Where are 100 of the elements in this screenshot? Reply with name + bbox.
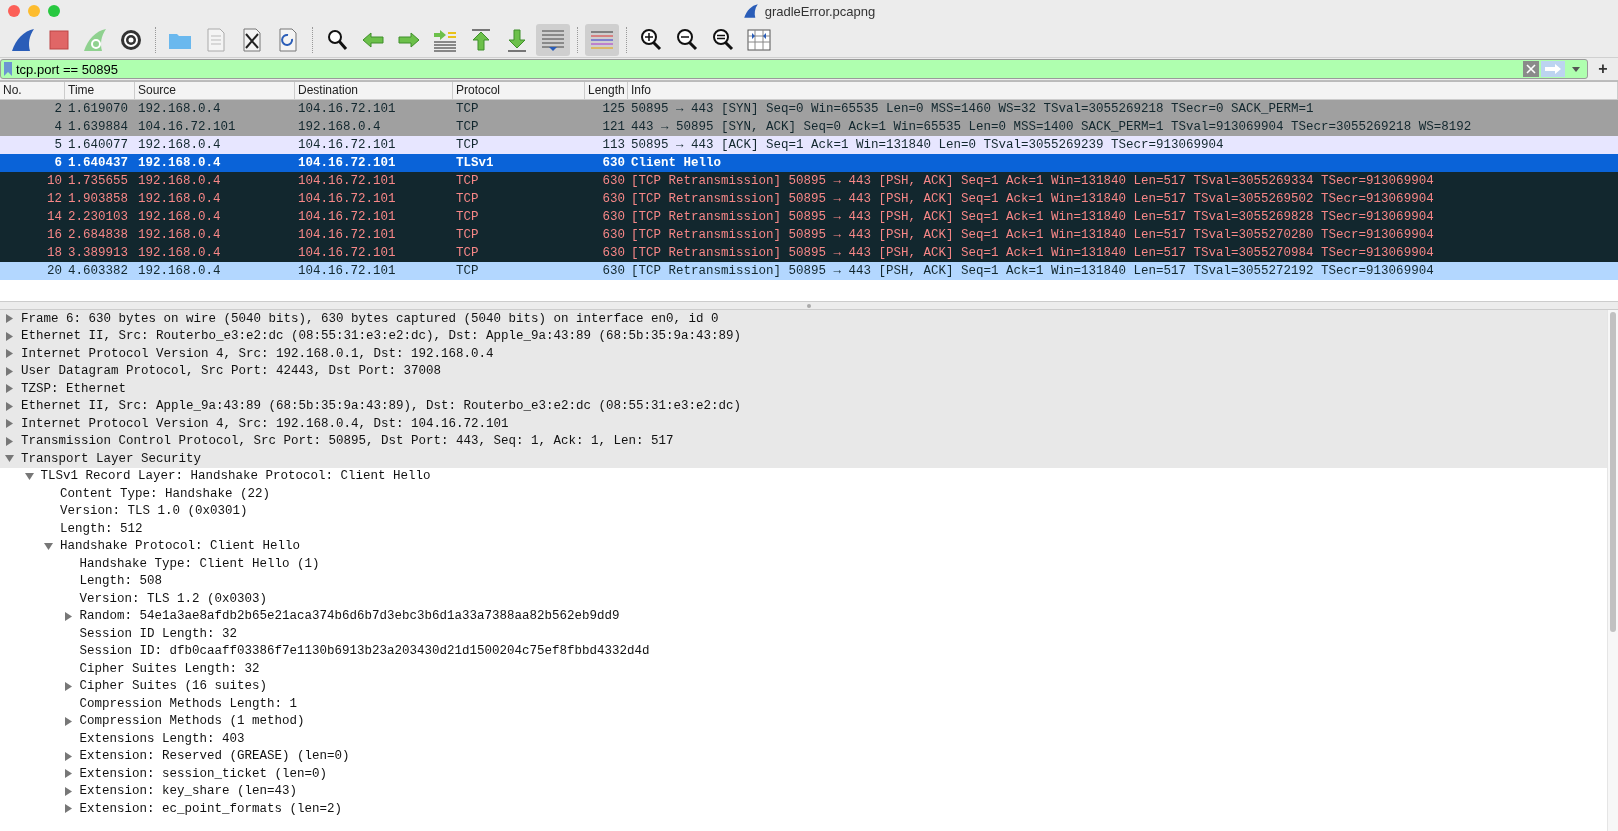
close-button[interactable] bbox=[8, 5, 20, 17]
table-cell-text: 443 → 50895 [SYN, ACK] Seq=0 Ack=1 Win=65535 Len=0 MSS=1400 SACK_PERM=1 TSval=913069904 TSecr=3055269218 WS=8192 bbox=[630, 119, 1473, 136]
table-cell-text: 104.16.72.101 bbox=[297, 263, 397, 280]
collapse-arrow-icon[interactable] bbox=[44, 541, 53, 551]
table-cell-text: 630 bbox=[601, 227, 626, 244]
table-cell-text: 192.168.0.4 bbox=[297, 119, 382, 136]
tree-row[interactable]: Internet Protocol Version 4, Src: 192.168.0.4, Dst: 104.16.72.101 bbox=[0, 415, 1608, 433]
packet-row[interactable]: 6 1.640437 192.168.0.4 104.16.72.101 TLSv1 630 Client Hello bbox=[0, 154, 1618, 172]
zoom-button[interactable] bbox=[48, 5, 60, 17]
table-cell-text: 192.168.0.4 bbox=[137, 245, 222, 262]
column-header[interactable]: Length bbox=[585, 82, 628, 99]
packet-row[interactable]: 2 1.619070 192.168.0.4 104.16.72.101 TCP 125 50895 → 443 [SYN] Seq=0 Win=65535 Len=0 MSS=1460 WS=32 TSval=3055269218 TSecr=0 SACK_PERM=1 bbox=[0, 100, 1618, 118]
packet-row[interactable]: 4 1.639884 104.16.72.101 192.168.0.4 TCP 121 443 → 50895 [SYN, ACK] Seq=0 Ack=1 Win=65535 Len=0 MSS=1400 SACK_PERM=1 TSval=913069904 TSecr=3055269218 WS=8192 bbox=[0, 118, 1618, 136]
tree-row[interactable]: Transport Layer Security bbox=[0, 450, 1608, 468]
resize-columns-icon bbox=[746, 26, 772, 53]
scrollbar[interactable] bbox=[1607, 310, 1618, 831]
table-cell-text: 192.168.0.4 bbox=[137, 101, 222, 118]
table-cell-text: 1.735655 bbox=[67, 173, 129, 190]
table-cell-text: 12 bbox=[46, 191, 63, 208]
table-cell-text: 121 bbox=[601, 119, 626, 136]
tree-row-text: Extensions Length: 403 bbox=[79, 731, 245, 746]
table-cell-text: 630 bbox=[601, 155, 626, 172]
filter-input[interactable]: tcp.port == 50895 bbox=[12, 61, 1523, 77]
add-filter-button[interactable]: + bbox=[1588, 60, 1618, 78]
table-cell-text: 630 bbox=[601, 191, 626, 208]
tree-row-text: Internet Protocol Version 4, Src: 192.168.0.1, Dst: 192.168.0.4 bbox=[21, 346, 494, 361]
zoom-in-icon bbox=[638, 26, 664, 53]
table-cell-text: TCP bbox=[455, 137, 480, 154]
table-cell-text: 192.168.0.4 bbox=[137, 137, 222, 154]
table-cell-text: 1.640437 bbox=[67, 155, 129, 172]
column-header[interactable]: Protocol bbox=[453, 82, 585, 99]
tree-row-text: User Datagram Protocol, Src Port: 42443, Dst Port: 37008 bbox=[21, 364, 442, 379]
table-cell-text: 104.16.72.101 bbox=[297, 245, 397, 262]
column-header[interactable]: Destination bbox=[295, 82, 453, 99]
tree-row-text: Handshake Type: Client Hello (1) bbox=[79, 556, 320, 571]
table-cell-text: 4 bbox=[53, 119, 63, 136]
table-cell-text: [TCP Retransmission] 50895 → 443 [PSH, ACK] Seq=1 Ack=1 Win=131840 Len=517 TSval=3055272192 TSecr=913069904 bbox=[630, 263, 1435, 280]
table-cell-text: 192.168.0.4 bbox=[137, 209, 222, 226]
tree-row[interactable]: Frame 6: 630 bytes on wire (5040 bits), 630 bytes captured (5040 bits) on interface en0, id 0 bbox=[0, 310, 1608, 328]
packet-row[interactable]: 20 4.603382 192.168.0.4 104.16.72.101 TCP 630 [TCP Retransmission] 50895 → 443 [PSH, ACK] Seq=1 Ack=1 Win=131840 Len=517 TSval=3055272192 TSecr=913069904 bbox=[0, 262, 1618, 280]
table-cell-text: 113 bbox=[601, 137, 626, 154]
scrollbar-thumb[interactable] bbox=[1610, 312, 1616, 632]
column-header[interactable]: Info bbox=[628, 82, 1618, 99]
table-cell-text: 192.168.0.4 bbox=[137, 227, 222, 244]
table-cell-text: TCP bbox=[455, 191, 480, 208]
tree-row-text: Version: TLS 1.2 (0x0303) bbox=[79, 591, 268, 606]
table-cell-text: 104.16.72.101 bbox=[297, 137, 397, 154]
table-cell-text: 1.640077 bbox=[67, 137, 129, 154]
table-cell-text: TCP bbox=[455, 263, 480, 280]
tree-row-text: Extension: key_share (len=43) bbox=[79, 784, 298, 799]
shark-fin-icon bbox=[10, 26, 36, 53]
table-cell-text: TCP bbox=[455, 173, 480, 190]
packet-row[interactable]: 18 3.389913 192.168.0.4 104.16.72.101 TCP 630 [TCP Retransmission] 50895 → 443 [PSH, ACK] Seq=1 Ack=1 Win=131840 Len=517 TSval=3055270984 TSecr=913069904 bbox=[0, 244, 1618, 262]
table-cell-text: 2.230103 bbox=[67, 209, 129, 226]
tree-row[interactable]: TZSP: Ethernet bbox=[0, 380, 1608, 398]
display-filter-field[interactable]: tcp.port == 50895 bbox=[0, 59, 1588, 79]
tree-row[interactable]: Internet Protocol Version 4, Src: 192.168.0.1, Dst: 192.168.0.4 bbox=[0, 345, 1608, 363]
table-cell-text: TCP bbox=[455, 101, 480, 118]
tree-row-text: Content Type: Handshake (22) bbox=[60, 486, 271, 501]
table-cell-text: 192.168.0.4 bbox=[137, 263, 222, 280]
packet-row[interactable]: 5 1.640077 192.168.0.4 104.16.72.101 TCP 113 50895 → 443 [ACK] Seq=1 Ack=1 Win=131840 Len=0 TSval=3055269239 TSecr=913069904 bbox=[0, 136, 1618, 154]
tree-row-text: Ethernet II, Src: Routerbo_e3:e2:dc (08:55:31:e3:e2:dc), Dst: Apple_9a:43:89 (68:5b:35:9a:43:89) bbox=[21, 329, 742, 344]
tree-row-text: Handshake Protocol: Client Hello bbox=[60, 539, 301, 554]
zoom-reset-icon bbox=[710, 26, 736, 53]
tree-row-text: Transport Layer Security bbox=[21, 451, 202, 466]
table-cell-text: [TCP Retransmission] 50895 → 443 [PSH, ACK] Seq=1 Ack=1 Win=131840 Len=517 TSval=3055270984 TSecr=913069904 bbox=[630, 245, 1435, 262]
packet-row[interactable]: 14 2.230103 192.168.0.4 104.16.72.101 TCP 630 [TCP Retransmission] 50895 → 443 [PSH, ACK] Seq=1 Ack=1 Win=131840 Len=517 TSval=3055269828 TSecr=913069904 bbox=[0, 208, 1618, 226]
column-header[interactable]: No. bbox=[0, 82, 65, 99]
clear-filter-button[interactable] bbox=[1523, 61, 1539, 77]
expand-arrow-icon[interactable] bbox=[63, 611, 73, 621]
table-cell-text: 1.619070 bbox=[67, 101, 129, 118]
expand-arrow-icon[interactable] bbox=[63, 716, 73, 726]
table-cell-text: 104.16.72.101 bbox=[297, 191, 397, 208]
table-cell-text: 50895 → 443 [SYN] Seq=0 Win=65535 Len=0 MSS=1460 WS=32 TSval=3055269218 TSecr=0 SACK_PERM=1 bbox=[630, 101, 1315, 118]
bookmark-icon[interactable] bbox=[4, 62, 12, 76]
dropdown-caret-icon bbox=[1572, 66, 1580, 72]
column-header[interactable]: Source bbox=[135, 82, 295, 99]
table-cell-text: 5 bbox=[53, 137, 63, 154]
table-cell-text: 4.603382 bbox=[67, 263, 129, 280]
tree-row-text: Random: 54e1a3ae8afdb2b65e21aca374b6d6b7d3ebc3b6d1a33a7388aa82b562eb9dd9 bbox=[79, 609, 620, 624]
tree-row-text: Length: 508 bbox=[79, 574, 162, 589]
table-cell-text: 50895 → 443 [ACK] Seq=1 Ack=1 Win=131840 Len=0 TSval=3055269239 TSecr=913069904 bbox=[630, 137, 1225, 154]
table-cell-text: 1.903858 bbox=[67, 191, 129, 208]
tree-row-text: Session ID: dfb0caaff03386f7e1130b6913b23a203430d21d1500204c75ef8fbbd4332d4d bbox=[79, 644, 650, 659]
packet-row[interactable]: 10 1.735655 192.168.0.4 104.16.72.101 TCP 630 [TCP Retransmission] 50895 → 443 [PSH, ACK] Seq=1 Ack=1 Win=131840 Len=517 TSval=3055269334 TSecr=913069904 bbox=[0, 172, 1618, 190]
tree-row-text: Version: TLS 1.0 (0x0301) bbox=[60, 504, 248, 519]
tree-row-text: Frame 6: 630 bytes on wire (5040 bits), 630 bytes captured (5040 bits) on interface en0, id 0 bbox=[21, 311, 719, 326]
table-cell-text: 10 bbox=[46, 173, 63, 190]
tree-row-text: Extension: Reserved (GREASE) (len=0) bbox=[79, 749, 350, 764]
table-cell-text: [TCP Retransmission] 50895 → 443 [PSH, ACK] Seq=1 Ack=1 Win=131840 Len=517 TSval=3055269828 TSecr=913069904 bbox=[630, 209, 1435, 226]
tree-row-text: Compression Methods (1 method) bbox=[79, 714, 305, 729]
packet-row[interactable]: 16 2.684838 192.168.0.4 104.16.72.101 TCP 630 [TCP Retransmission] 50895 → 443 [PSH, ACK] Seq=1 Ack=1 Win=131840 Len=517 TSval=3055270280 TSecr=913069904 bbox=[0, 226, 1618, 244]
expand-arrow-icon[interactable] bbox=[63, 681, 73, 691]
table-cell-text: 104.16.72.101 bbox=[297, 209, 397, 226]
table-cell-text: TCP bbox=[455, 119, 480, 136]
table-cell-text: 3.389913 bbox=[67, 245, 129, 262]
column-header[interactable]: Time bbox=[65, 82, 135, 99]
tree-row-text: TZSP: Ethernet bbox=[21, 381, 127, 396]
packet-row[interactable]: 12 1.903858 192.168.0.4 104.16.72.101 TCP 630 [TCP Retransmission] 50895 → 443 [PSH, ACK] Seq=1 Ack=1 Win=131840 Len=517 TSval=3055269502 TSecr=913069904 bbox=[0, 190, 1618, 208]
tree-row-text: Extension: ec_point_formats (len=2) bbox=[79, 801, 343, 816]
